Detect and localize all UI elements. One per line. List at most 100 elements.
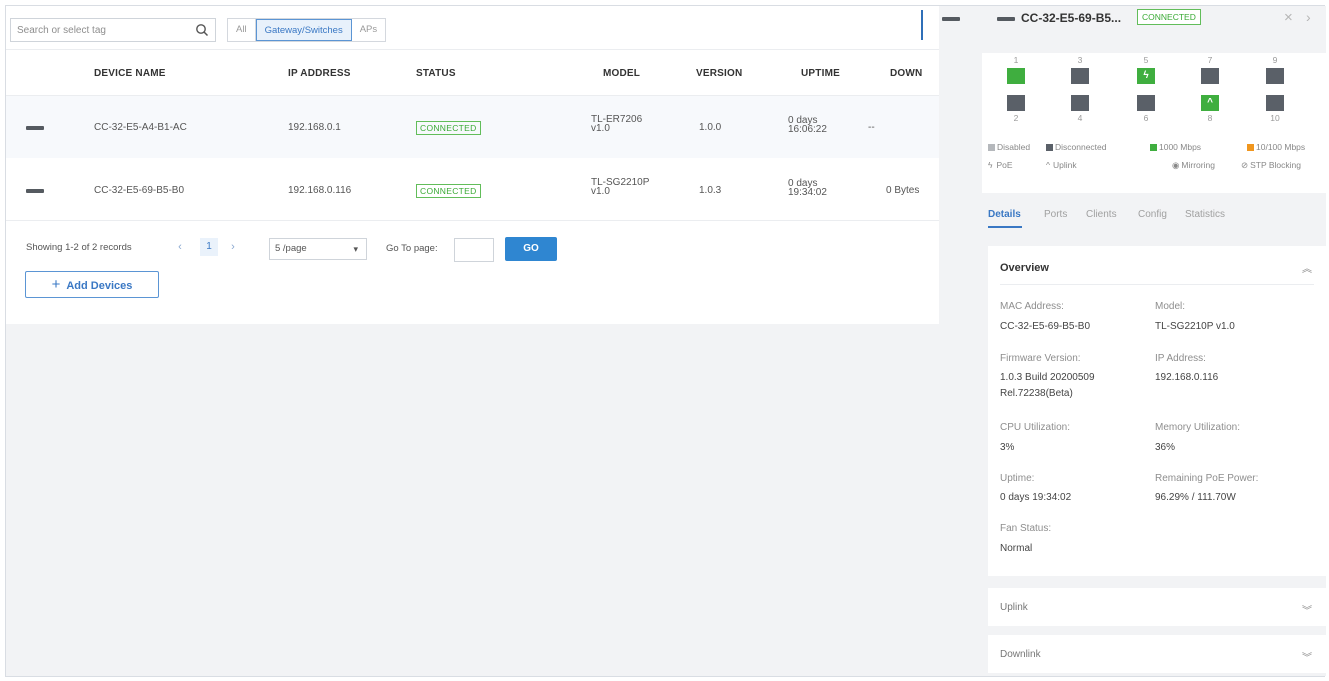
port-number: 3 xyxy=(1077,55,1083,65)
port-number: 7 xyxy=(1207,55,1213,65)
port-number: 2 xyxy=(1013,113,1019,123)
uplink-icon: ^ xyxy=(1046,160,1050,170)
port-10[interactable] xyxy=(1266,95,1284,111)
device-toolbar: All Gateway/Switches APs xyxy=(6,6,939,50)
memory-label: Memory Utilization: xyxy=(1155,422,1241,433)
device-name[interactable]: CC-32-E5-69-B5-B0 xyxy=(94,185,184,196)
uptime-label: Uptime: xyxy=(1000,473,1035,484)
downlink-traffic: -- xyxy=(868,122,875,133)
switch-icon xyxy=(26,189,44,193)
uptime: 0 days 16:06:22 xyxy=(788,116,827,135)
column-device-name[interactable]: DEVICE NAME xyxy=(94,68,166,79)
next-page-button[interactable]: › xyxy=(224,238,242,256)
memory-value: 36% xyxy=(1155,442,1176,453)
legend-label: PoE xyxy=(996,160,1013,170)
tab-ports[interactable]: Ports xyxy=(1044,209,1067,220)
port-2[interactable] xyxy=(1007,95,1025,111)
switch-icon xyxy=(26,126,44,130)
switch-icon xyxy=(942,17,960,21)
column-uptime[interactable]: UPTIME xyxy=(801,68,840,79)
go-button[interactable]: GO xyxy=(505,237,557,261)
tag-search[interactable] xyxy=(10,18,216,42)
legend-1000mbps: 1000 Mbps xyxy=(1150,142,1201,152)
mac-value: CC-32-E5-69-B5-B0 xyxy=(1000,321,1091,332)
port-4[interactable] xyxy=(1071,95,1089,111)
1000mbps-swatch xyxy=(1150,144,1157,151)
port-number: 4 xyxy=(1077,113,1083,123)
uptime-value: 0 days 19:34:02 xyxy=(1000,492,1072,503)
column-ip-address[interactable]: IP ADDRESS xyxy=(288,68,351,79)
port-number: 8 xyxy=(1207,113,1213,123)
blocked-icon: ⊘ xyxy=(1241,160,1249,170)
page-size-select[interactable]: 5 /page ▾ xyxy=(269,238,367,260)
eye-icon: ◉ xyxy=(1172,160,1180,170)
chevron-up-icon[interactable]: ︽ xyxy=(1302,260,1312,275)
detail-title: CC-32-E5-69-B5... xyxy=(1021,11,1122,25)
legend-label: STP Blocking xyxy=(1250,160,1301,170)
legend-mirroring: ◉ Mirroring xyxy=(1172,160,1215,171)
prev-page-button[interactable]: ‹ xyxy=(171,238,189,256)
tab-details[interactable]: Details xyxy=(988,209,1021,220)
port-panel: 1 3 5 7 9 ϟ ^ 2 4 6 8 10 Disabled Discon… xyxy=(982,53,1326,193)
port-7[interactable] xyxy=(1201,68,1219,84)
legend-stp-blocking: ⊘ STP Blocking xyxy=(1241,160,1301,171)
disabled-swatch xyxy=(988,144,995,151)
overview-title: Overview xyxy=(1000,262,1049,274)
chevron-down-icon[interactable]: ︾ xyxy=(1302,649,1312,664)
port-8[interactable]: ^ xyxy=(1201,95,1219,111)
port-1[interactable] xyxy=(1007,68,1025,84)
chevron-down-icon: ▾ xyxy=(353,244,358,254)
port-9[interactable] xyxy=(1266,68,1284,84)
port-6[interactable] xyxy=(1137,95,1155,111)
port-number: 6 xyxy=(1143,113,1149,123)
filter-all[interactable]: All xyxy=(228,19,256,41)
page-1-button[interactable]: 1 xyxy=(200,238,218,256)
search-input[interactable] xyxy=(11,19,186,41)
model: TL-ER7206 v1.0 xyxy=(591,115,642,134)
port-5[interactable]: ϟ xyxy=(1137,68,1155,84)
fan-label: Fan Status: xyxy=(1000,523,1052,534)
table-row[interactable]: CC-32-E5-69-B5-B0 192.168.0.116 CONNECTE… xyxy=(6,159,939,221)
ip-address: 192.168.0.1 xyxy=(288,122,341,133)
port-number: 5 xyxy=(1143,55,1149,65)
firmware-version: 1.0.3 xyxy=(699,185,722,196)
column-status[interactable]: STATUS xyxy=(416,68,456,79)
legend-label: 1000 Mbps xyxy=(1159,142,1202,152)
tab-statistics[interactable]: Statistics xyxy=(1185,209,1225,220)
ip-address: 192.168.0.116 xyxy=(288,185,352,196)
port-3[interactable] xyxy=(1071,68,1089,84)
legend-uplink: ^ Uplink xyxy=(1046,160,1077,170)
column-down[interactable]: DOWN xyxy=(890,68,922,79)
add-devices-button[interactable]: + Add Devices xyxy=(25,271,159,298)
detail-tabs: Details Ports Clients Config Statistics xyxy=(988,209,1326,229)
column-version[interactable]: VERSION xyxy=(696,68,742,79)
10-100mbps-swatch xyxy=(1247,144,1254,151)
device-list-panel: All Gateway/Switches APs DEVICE NAME IP … xyxy=(6,6,939,676)
search-icon[interactable] xyxy=(195,23,209,37)
model-version: v1.0 xyxy=(591,123,610,134)
panel-divider-handle[interactable] xyxy=(921,10,923,40)
device-detail-panel: CC-32-E5-69-B5... CONNECTED × › 1 3 5 7 … xyxy=(942,6,1326,676)
device-type-filter: All Gateway/Switches APs xyxy=(227,18,387,42)
model-value: TL-SG2210P v1.0 xyxy=(1155,321,1235,332)
mac-label: MAC Address: xyxy=(1000,301,1064,312)
filter-gateway-switches[interactable]: Gateway/Switches xyxy=(255,19,352,41)
table-row[interactable]: CC-32-E5-A4-B1-AC 192.168.0.1 CONNECTED … xyxy=(6,96,939,158)
ip-value: 192.168.0.116 xyxy=(1155,372,1219,383)
downlink-card[interactable]: Downlink ︾ xyxy=(988,635,1326,673)
device-name[interactable]: CC-32-E5-A4-B1-AC xyxy=(94,122,187,133)
tab-config[interactable]: Config xyxy=(1138,209,1167,220)
cpu-value: 3% xyxy=(1000,442,1015,453)
legend-disabled: Disabled xyxy=(988,142,1030,152)
model-version: v1.0 xyxy=(591,186,610,197)
filter-aps[interactable]: APs xyxy=(352,19,385,41)
chevron-down-icon[interactable]: ︾ xyxy=(1302,602,1312,617)
uplink-card[interactable]: Uplink ︾ xyxy=(988,588,1326,626)
firmware-label: Firmware Version: xyxy=(1000,353,1081,364)
tab-clients[interactable]: Clients xyxy=(1086,209,1117,220)
goto-page-input[interactable] xyxy=(454,238,494,262)
close-icon[interactable]: × xyxy=(1284,9,1293,26)
pagination: Showing 1-2 of 2 records ‹ 1 › 5 /page ▾… xyxy=(6,230,939,270)
chevron-right-icon[interactable]: › xyxy=(1306,9,1311,25)
column-model[interactable]: MODEL xyxy=(603,68,640,79)
